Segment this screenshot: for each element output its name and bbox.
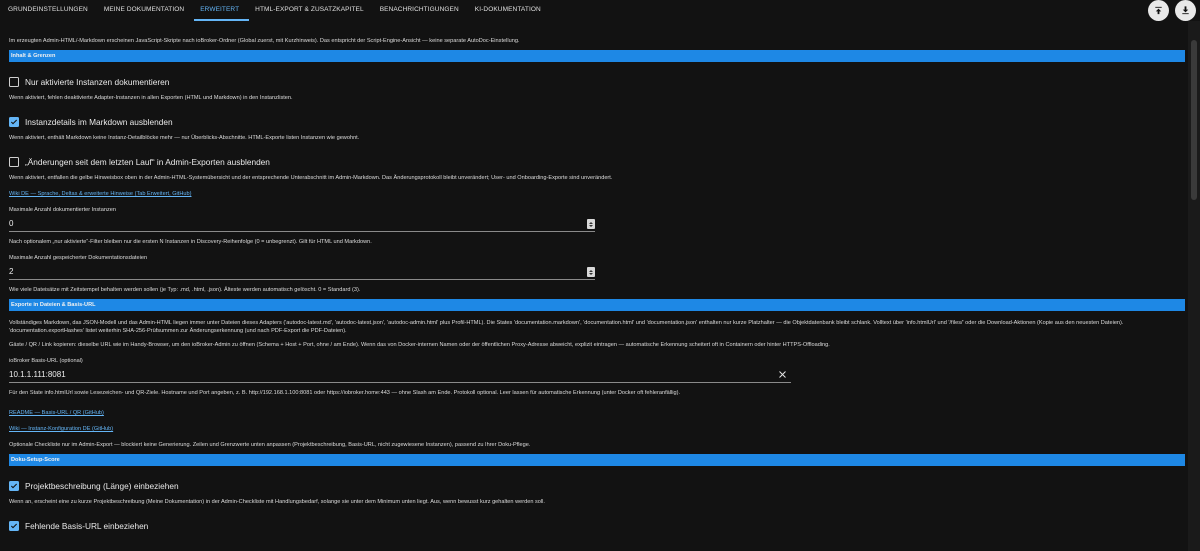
only-active-instances-label: Nur aktivierte Instanzen dokumentieren — [25, 77, 170, 87]
intro-text: Im erzeugten Admin-HTML/-Markdown ersche… — [9, 38, 520, 44]
section-exporte: Exporte in Dateien & Basis-URL — [9, 299, 1185, 311]
missing-base-url-label: Fehlende Basis-URL einbeziehen — [25, 521, 149, 531]
hide-instance-details-checkbox[interactable] — [9, 117, 19, 127]
hide-changes-label: „Änderungen seit dem letzten Lauf“ in Ad… — [25, 157, 270, 167]
missing-base-url-row[interactable]: Fehlende Basis-URL einbeziehen — [9, 520, 1177, 532]
download-icon — [1182, 6, 1189, 15]
project-description-row[interactable]: Projektbeschreibung (Länge) einbeziehen — [9, 480, 1177, 492]
checklist-description: Optionale Checkliste nur im Admin-Export… — [9, 442, 531, 448]
scrollbar-thumb[interactable] — [1191, 40, 1197, 200]
tab-ki-dokumentation[interactable]: KI-DOKUMENTATION — [469, 0, 551, 21]
hide-changes-checkbox[interactable] — [9, 157, 19, 167]
only-active-instances-checkbox[interactable] — [9, 77, 19, 87]
tab-html-export[interactable]: HTML-EXPORT & ZUSATZKAPITEL — [249, 0, 374, 21]
check-icon — [10, 523, 18, 529]
max-instances-label: Maximale Anzahl dokumentierter Instanzen — [9, 207, 116, 213]
check-icon — [10, 119, 18, 125]
base-url-label: ioBroker Basis-URL (optional) — [9, 358, 83, 364]
upload-icon — [1155, 6, 1162, 15]
wiki-link-instanz[interactable]: Wiki — Instanz-Konfiguration DE (GitHub) — [9, 425, 1177, 433]
upload-button[interactable] — [1148, 0, 1169, 21]
exports-description: Vollständiges Markdown, das JSON-Modell … — [9, 320, 1124, 334]
only-active-instances-help: Wenn aktiviert, fehlen deaktivierte Adap… — [9, 95, 293, 101]
base-url-help: Für den State info.htmlUrl sowie Lesezei… — [9, 390, 681, 396]
max-files-help: Wie viele Dateisätze mit Zeitstempel beh… — [9, 287, 361, 293]
check-icon — [10, 483, 18, 489]
max-instances-input[interactable]: 0 — [9, 216, 595, 232]
clear-icon[interactable] — [778, 370, 787, 379]
missing-base-url-checkbox[interactable] — [9, 521, 19, 531]
max-files-label: Maximale Anzahl gespeicherter Dokumentat… — [9, 255, 148, 261]
max-instances-stepper[interactable] — [587, 219, 595, 229]
max-files-stepper[interactable] — [587, 267, 595, 277]
tab-grundeinstellungen[interactable]: GRUNDEINSTELLUNGEN — [2, 0, 98, 21]
tab-benachrichtigungen[interactable]: BENACHRICHTIGUNGEN — [374, 0, 469, 21]
tab-meine-dokumentation[interactable]: MEINE DOKUMENTATION — [98, 0, 194, 21]
max-instances-value: 0 — [9, 219, 14, 228]
only-active-instances-row[interactable]: Nur aktivierte Instanzen dokumentieren — [9, 76, 1177, 88]
base-url-description: Gäste / QR / Link kopieren: dieselbe URL… — [9, 342, 830, 348]
hide-changes-help: Wenn aktiviert, entfallen die gelbe Hinw… — [9, 175, 613, 181]
top-actions — [1148, 0, 1196, 21]
download-button[interactable] — [1175, 0, 1196, 21]
readme-link[interactable]: README — Basis-URL / QR (GitHub) — [9, 409, 1177, 417]
project-description-label: Projektbeschreibung (Länge) einbeziehen — [25, 481, 179, 491]
wiki-link-erweitert[interactable]: Wiki DE — Sprache, Deltas & erweiterte H… — [9, 190, 1177, 198]
settings-panel: Im erzeugten Admin-HTML/-Markdown ersche… — [0, 21, 1188, 551]
section-inhalt-grenzen: Inhalt & Grenzen — [9, 50, 1185, 62]
hide-instance-details-label: Instanzdetails im Markdown ausblenden — [25, 117, 173, 127]
hide-instance-details-help: Wenn aktiviert, enthält Markdown keine I… — [9, 135, 360, 141]
base-url-value: 10.1.1.111:8081 — [9, 370, 66, 379]
section-doku-setup-score: Doku-Setup-Score — [9, 454, 1185, 466]
project-description-checkbox[interactable] — [9, 481, 19, 491]
hide-instance-details-row[interactable]: Instanzdetails im Markdown ausblenden — [9, 116, 1177, 128]
project-description-help: Wenn an, erscheint eine zu kurze Projekt… — [9, 499, 545, 505]
max-files-input[interactable]: 2 — [9, 264, 595, 280]
hide-changes-row[interactable]: „Änderungen seit dem letzten Lauf“ in Ad… — [9, 156, 1177, 168]
max-instances-help: Nach optionalem „nur aktivierte“-Filter … — [9, 239, 372, 245]
max-files-value: 2 — [9, 267, 14, 276]
base-url-input[interactable]: 10.1.1.111:8081 — [9, 367, 791, 383]
tab-bar: GRUNDEINSTELLUNGEN MEINE DOKUMENTATION E… — [0, 0, 1200, 21]
tab-erweitert[interactable]: ERWEITERT — [194, 0, 250, 21]
